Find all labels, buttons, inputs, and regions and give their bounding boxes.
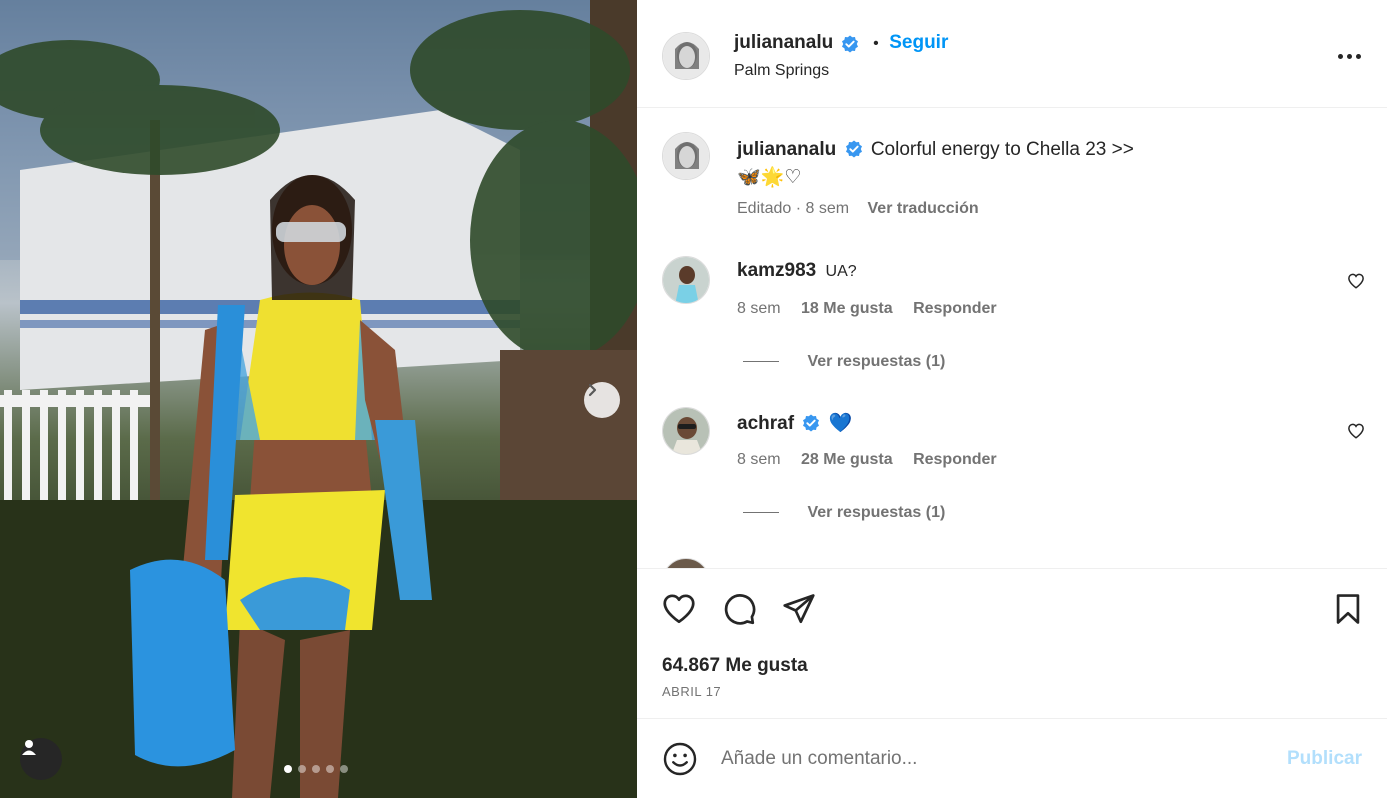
caption-author-avatar[interactable] — [662, 132, 710, 180]
follow-button[interactable]: Seguir — [889, 32, 948, 53]
carousel-dot — [312, 765, 320, 773]
author-username[interactable]: juliananalu — [734, 32, 833, 53]
likes-count[interactable]: 64.867 Me gusta — [662, 655, 808, 677]
user-tag-icon — [22, 740, 36, 755]
bookmark-icon[interactable] — [1331, 591, 1365, 627]
commenter-avatar[interactable] — [662, 407, 710, 455]
more-options-icon — [1337, 53, 1343, 59]
comment-likes-count[interactable]: 28 Me gusta — [801, 451, 893, 468]
comment-input[interactable] — [721, 741, 1261, 777]
reply-button[interactable]: Responder — [913, 300, 997, 317]
carousel-dot — [340, 765, 348, 773]
carousel-dot-active — [284, 765, 292, 773]
share-icon[interactable] — [781, 591, 817, 627]
post-date[interactable]: ABRIL 17 — [662, 684, 721, 699]
tagged-users-button[interactable] — [20, 738, 62, 780]
caption: juliananalu Colorful energy to Chella 23… — [737, 136, 1357, 192]
heart-icon[interactable] — [661, 591, 697, 627]
header-separator: • — [873, 35, 879, 52]
comment-username[interactable]: achraf — [737, 413, 794, 434]
commenter-avatar[interactable] — [662, 558, 710, 568]
caption-text: Colorful energy to Chella 23 >> — [870, 139, 1134, 160]
heart-icon[interactable] — [1347, 422, 1365, 440]
comment-body: kamz983 UA? — [737, 260, 857, 282]
comment-meta-row: 8 sem 28 Me gusta Responder — [737, 451, 997, 469]
view-replies-label[interactable]: Ver respuestas (1) — [807, 353, 945, 370]
carousel-indicator — [284, 765, 348, 773]
comment-meta-row: 8 sem 18 Me gusta Responder — [737, 300, 997, 318]
caption-username[interactable]: juliananalu — [737, 139, 836, 160]
comment-body: achraf 💙 — [737, 411, 852, 435]
post-photo[interactable] — [0, 0, 637, 798]
caption-meta-row: Editado · 8 sem Ver traducción — [737, 200, 979, 218]
verified-badge-icon — [803, 414, 820, 432]
comment-age: 8 sem — [737, 451, 781, 468]
reply-button[interactable]: Responder — [913, 451, 997, 468]
post-location[interactable]: Palm Springs — [734, 62, 829, 80]
heart-icon[interactable] — [1347, 272, 1365, 290]
view-replies-label[interactable]: Ver respuestas (1) — [807, 504, 945, 521]
post-header: juliananalu • Seguir Palm Springs — [637, 0, 1387, 108]
comment-icon[interactable] — [721, 591, 757, 627]
caption-meta: Editado · 8 sem — [737, 200, 850, 217]
verified-badge-icon — [845, 140, 862, 158]
comment-text: UA? — [825, 263, 857, 280]
post-actions: 64.867 Me gusta ABRIL 17 — [637, 568, 1387, 718]
carousel-dot — [298, 765, 306, 773]
view-replies-button[interactable]: Ver respuestas (1) — [743, 504, 945, 522]
publish-button[interactable]: Publicar — [1287, 748, 1362, 770]
comment-username[interactable]: kamz983 — [737, 260, 816, 281]
carousel-next-button[interactable] — [584, 382, 620, 418]
verified-badge-icon — [841, 35, 858, 53]
comment-text: 💙 — [828, 413, 853, 434]
comments-list[interactable]: juliananalu Colorful energy to Chella 23… — [637, 108, 1387, 568]
emoji-icon[interactable] — [662, 741, 698, 777]
more-options-button[interactable] — [1332, 44, 1366, 68]
author-avatar[interactable] — [662, 32, 710, 80]
comment-likes-count[interactable]: 18 Me gusta — [801, 300, 893, 317]
commenter-avatar[interactable] — [662, 256, 710, 304]
comment-age: 8 sem — [737, 300, 781, 317]
chevron-right-icon — [588, 383, 597, 397]
caption-emojis: 🦋🌟♡ — [737, 167, 802, 188]
view-replies-button[interactable]: Ver respuestas (1) — [743, 353, 945, 371]
translate-button[interactable]: Ver traducción — [868, 200, 979, 217]
post-side-panel: juliananalu • Seguir Palm Springs julian… — [637, 0, 1387, 798]
photo-illustration — [0, 0, 637, 798]
comment-composer: Publicar — [637, 718, 1387, 798]
carousel-dot — [326, 765, 334, 773]
